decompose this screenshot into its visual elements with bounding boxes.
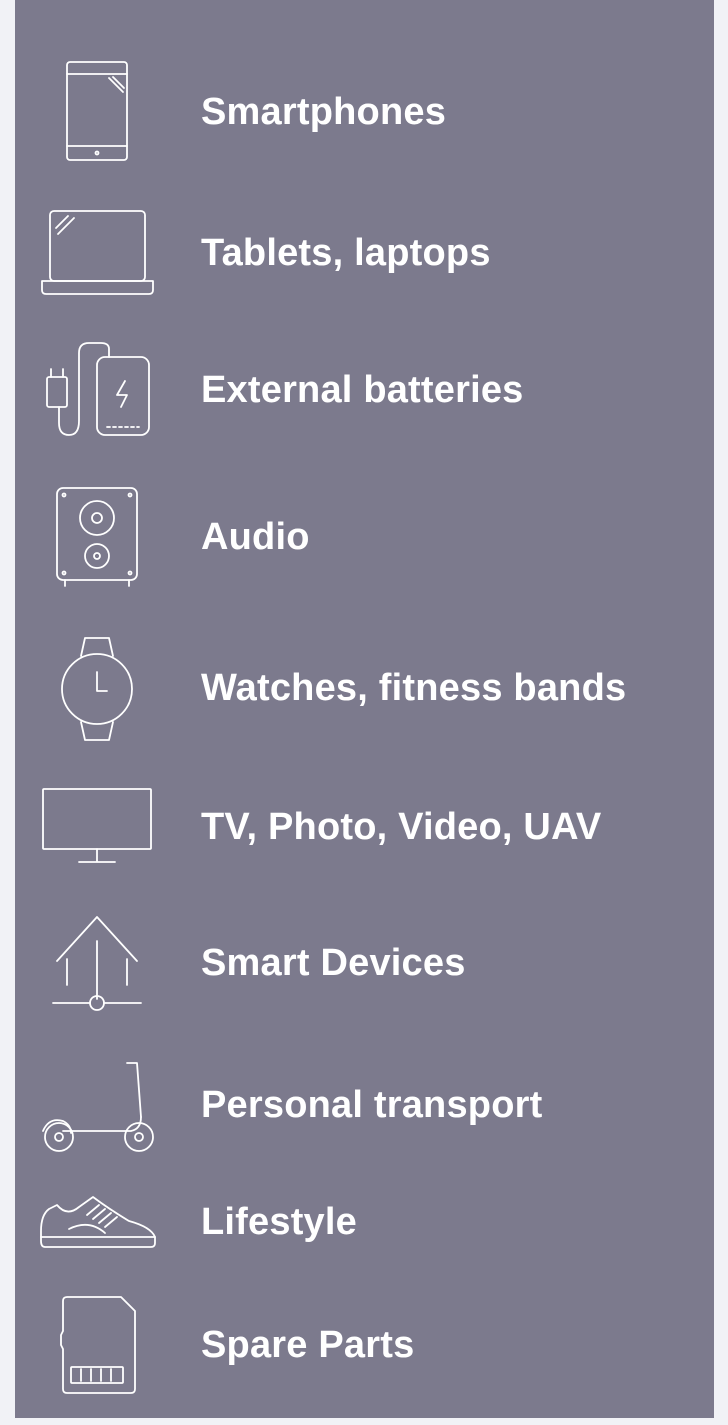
menu-item-watches[interactable]: Watches, fitness bands <box>15 630 714 748</box>
speaker-icon <box>55 486 139 588</box>
menu-item-smartphones[interactable]: Smartphones <box>15 50 714 170</box>
smart-home-icon <box>51 911 143 1017</box>
category-menu: Smartphones Tablets, laptops External ba… <box>15 0 714 1418</box>
smartphone-icon <box>65 60 129 162</box>
menu-item-external-batteries[interactable]: External batteries <box>15 335 714 445</box>
menu-item-label: External batteries <box>201 369 524 411</box>
menu-item-audio[interactable]: Audio <box>15 480 714 595</box>
menu-item-smart-devices[interactable]: Smart Devices <box>15 905 714 1025</box>
menu-item-label: Lifestyle <box>201 1201 357 1243</box>
menu-item-label: Spare Parts <box>201 1324 415 1366</box>
menu-item-label: TV, Photo, Video, UAV <box>201 806 602 848</box>
menu-item-label: Smartphones <box>201 91 447 133</box>
watch-icon <box>59 636 135 742</box>
power-bank-icon <box>43 341 153 439</box>
menu-item-label: Watches, fitness bands <box>201 667 627 709</box>
menu-item-tv-photo-video-uav[interactable]: TV, Photo, Video, UAV <box>15 775 714 880</box>
menu-item-label: Tablets, laptops <box>201 232 491 274</box>
menu-item-tablets-laptops[interactable]: Tablets, laptops <box>15 200 714 310</box>
sneaker-icon <box>39 1195 157 1249</box>
menu-item-lifestyle[interactable]: Lifestyle <box>15 1185 714 1265</box>
menu-item-label: Smart Devices <box>201 942 466 984</box>
sd-card-icon <box>59 1295 137 1395</box>
menu-item-label: Audio <box>201 516 310 558</box>
menu-item-label: Personal transport <box>201 1084 543 1126</box>
menu-item-personal-transport[interactable]: Personal transport <box>15 1055 714 1160</box>
tv-icon <box>41 787 153 865</box>
laptop-icon <box>40 208 155 296</box>
menu-item-spare-parts[interactable]: Spare Parts <box>15 1285 714 1405</box>
scooter-icon <box>41 1061 155 1153</box>
